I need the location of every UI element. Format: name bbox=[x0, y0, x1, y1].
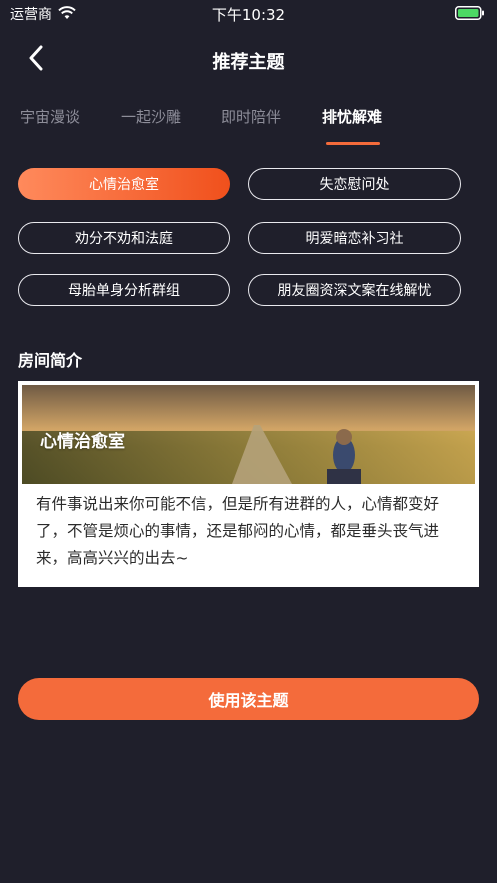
topic-chip[interactable]: 劝分不劝和法庭 bbox=[18, 222, 230, 254]
topic-chip[interactable]: 朋友圈资深文案在线解忧 bbox=[248, 274, 461, 306]
topic-chip-selected[interactable]: 心情治愈室 bbox=[18, 168, 230, 200]
nav-bar: 推荐主题 bbox=[0, 38, 497, 82]
active-tab-indicator bbox=[326, 142, 380, 145]
tab-companion[interactable]: 即时陪伴 bbox=[221, 106, 281, 127]
room-cover-title: 心情治愈室 bbox=[40, 432, 125, 452]
use-theme-button[interactable]: 使用该主题 bbox=[18, 678, 479, 720]
room-cover-image: 心情治愈室 bbox=[22, 385, 475, 484]
page-title: 推荐主题 bbox=[212, 52, 285, 73]
room-description: 有件事说出来你可能不信，但是所有进群的人，心情都变好了，不管是烦心的事情，还是郁… bbox=[36, 495, 440, 567]
topic-chip[interactable]: 失恋慰问处 bbox=[248, 168, 461, 200]
tab-relieve-worries[interactable]: 排忧解难 bbox=[322, 106, 382, 127]
clock: 下午10:32 bbox=[211, 6, 286, 24]
category-tabs: 宇宙漫谈 一起沙雕 即时陪伴 排忧解难 bbox=[0, 106, 497, 146]
tab-cosmic-talk[interactable]: 宇宙漫谈 bbox=[20, 106, 80, 127]
room-intro-card: 心情治愈室 有件事说出来你可能不信，但是所有进群的人，心情都变好了，不管是烦心的… bbox=[18, 381, 479, 587]
battery-icon bbox=[455, 5, 485, 20]
room-intro-heading: 房间简介 bbox=[18, 351, 83, 370]
topic-chip[interactable]: 母胎单身分析群组 bbox=[18, 274, 230, 306]
tab-funny[interactable]: 一起沙雕 bbox=[121, 106, 181, 127]
status-bar: 运营商 下午10:32 bbox=[0, 0, 497, 26]
topic-chip[interactable]: 明爱暗恋补习社 bbox=[248, 222, 461, 254]
